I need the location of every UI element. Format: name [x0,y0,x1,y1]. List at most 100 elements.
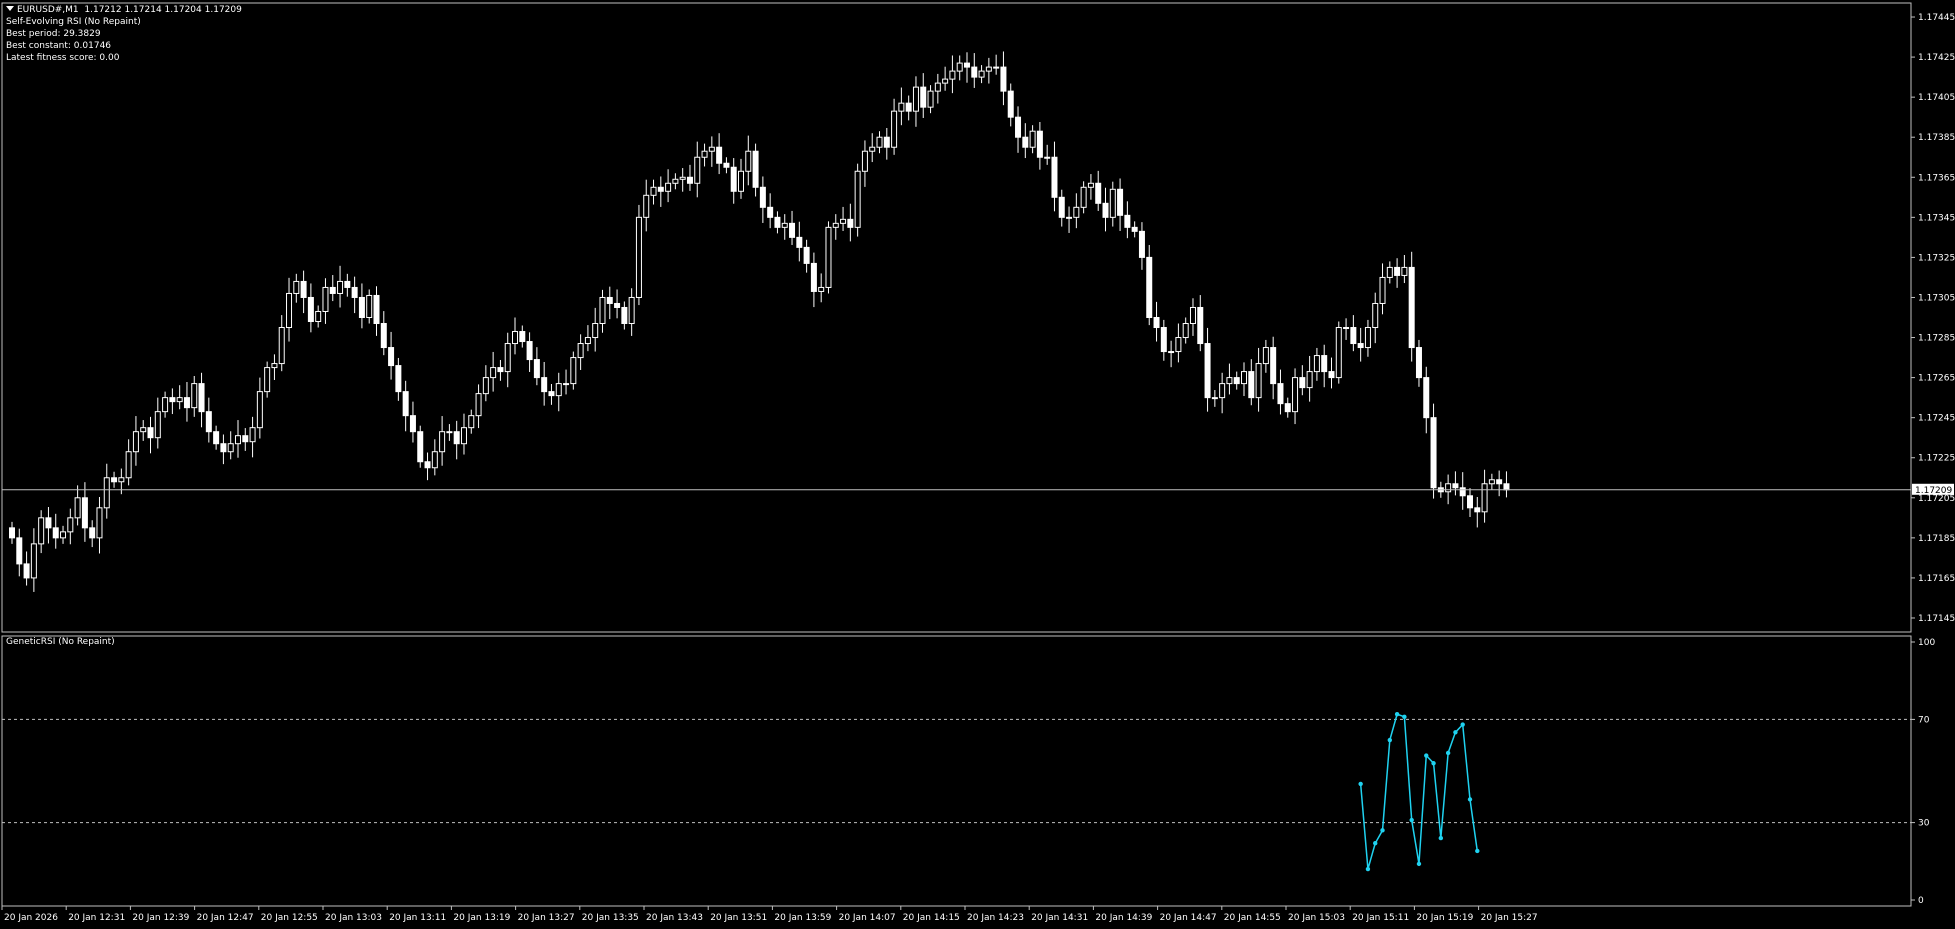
candle-bear [300,280,307,298]
candle-bear [205,411,212,433]
candle-bear [752,150,759,188]
price-tick-label: 1.17185 [1918,534,1955,544]
candle-bear [220,443,227,453]
indicator-tick-label: 30 [1918,819,1930,829]
candle-bear [351,286,358,298]
price-tick-label: 1.17445 [1918,13,1955,23]
time-tick-label: 20 Jan 14:07 [839,913,896,923]
candle-bull [781,222,788,228]
candle-bear [1415,347,1422,379]
candle-bear [1233,377,1240,385]
time-tick-label: 20 Jan 13:51 [710,913,767,923]
candle-bull [1255,363,1262,399]
candle-bull [1488,479,1495,485]
candle-bull [264,367,271,393]
candle-bull [74,497,81,519]
candle-bull [227,443,234,453]
candle-bull [563,383,570,386]
candle-bear [847,218,854,228]
indicator-tick-label: 70 [1918,715,1930,725]
candle-bear [1270,347,1277,385]
time-tick-label: 20 Jan 15:27 [1481,913,1538,923]
rsi-point [1365,866,1371,872]
candle-bull [650,186,657,196]
candle-bull [555,383,562,397]
candle-bull [577,343,584,359]
candle-bull [745,150,752,172]
candle-bear [1138,230,1145,258]
candle-bear [533,359,540,379]
candle-bull [132,431,139,453]
candle-bull [1364,327,1371,349]
candle-bull [949,70,956,80]
candle-bull [315,310,322,323]
candle-bull [512,331,519,345]
candle-bear [621,306,628,325]
candle-bull [635,216,642,298]
price-tick-label: 1.17145 [1918,614,1955,624]
candle-bull [694,156,701,184]
candle-bull [1029,130,1036,148]
candle-bear [1277,383,1284,405]
candle-bull [985,66,992,72]
candle-bull [898,102,905,112]
candle-bull [1226,377,1233,385]
price-tick-label: 1.17165 [1918,574,1955,584]
rsi-point [1402,714,1407,720]
candle-bull [584,337,591,345]
candle-bull [876,136,883,148]
candle-bear [1357,343,1364,349]
candle-bull [832,222,839,228]
candle-bear [213,431,220,445]
candle-bull [118,477,125,483]
time-tick-label: 20 Jan 15:11 [1352,913,1409,923]
time-tick-label: 20 Jan 14:47 [1160,913,1217,923]
candle-bear [803,246,810,264]
candle-bear [1204,343,1211,399]
candle-bull [490,367,497,379]
candle-bull [891,110,898,148]
candle-bear [1459,487,1466,497]
time-tick-label: 20 Jan 13:11 [389,913,446,923]
candle-bear [307,296,314,323]
candle-bear [1394,266,1401,276]
candle-bull [840,218,847,224]
candle-bear [1496,479,1503,485]
candle-bear [198,383,205,413]
candle-bear [242,435,249,443]
price-chart[interactable]: 1.17445 1.17425 1.17405 1.17385 1.17365 1.173… [0,0,1955,929]
candle-bull [439,431,446,453]
candle-bull [475,393,482,417]
candle-bear [810,262,817,292]
time-tick-label: 20 Jan 15:19 [1416,913,1473,923]
candle-bear [1197,306,1204,345]
candle-bear [796,236,803,248]
candle-bear [686,176,693,184]
candle-bear [344,280,351,288]
candle-bear [111,477,118,483]
candle-bull [431,451,438,469]
time-tick-label: 20 Jan 12:47 [197,913,254,923]
time-tick-label: 20 Jan 13:43 [646,913,703,923]
candle-bull [1445,483,1452,493]
candle-bull [1189,306,1196,325]
candle-bear [1467,495,1473,509]
candle-bull [1313,355,1320,373]
candle-bull [176,397,183,403]
candle-bear [723,162,730,168]
time-tick-label: 20 Jan 13:35 [582,913,639,923]
candle-bull [1182,323,1189,339]
rsi-point [1445,750,1451,756]
candle-bull [1262,347,1269,365]
time-tick-label: 20 Jan 13:03 [325,913,382,923]
candle-bull [1211,397,1218,400]
candle-bull [504,343,511,373]
candle-bull [869,146,876,152]
time-tick-label: 20 Jan 14:15 [903,913,960,923]
candle-bear [1153,317,1160,329]
candle-bear [606,296,613,304]
candle-bear [395,365,402,393]
candle-bear [767,206,774,218]
candle-bear [614,302,621,308]
candle-bear [1124,214,1131,228]
